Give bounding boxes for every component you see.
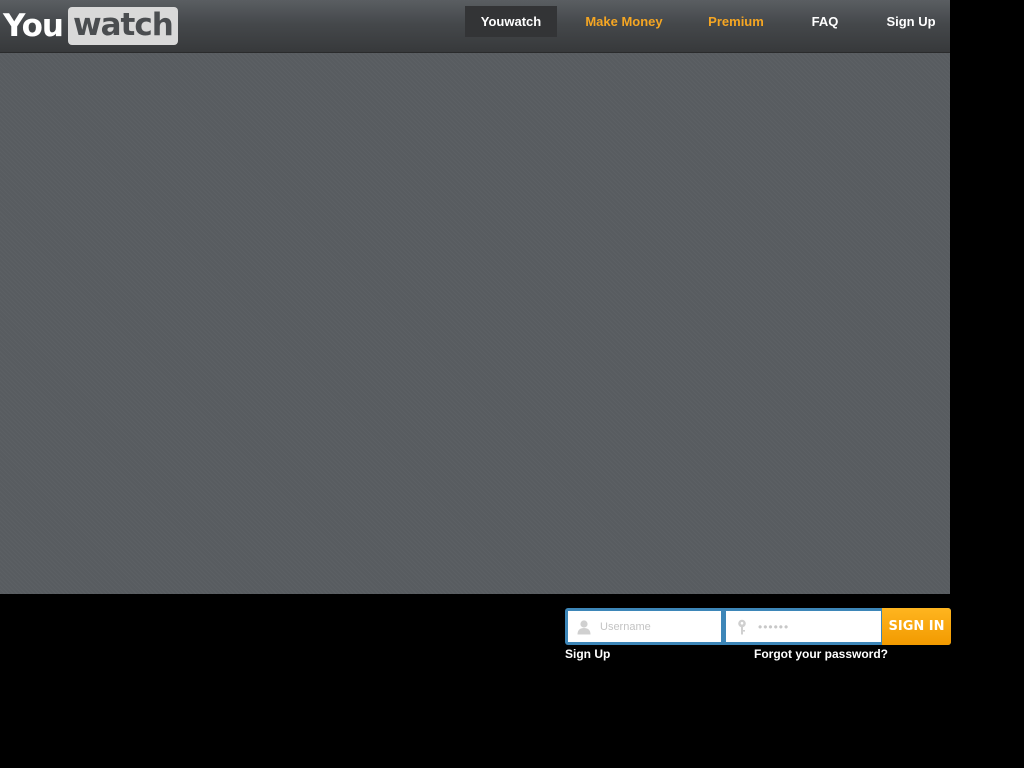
- nav-item-faq[interactable]: FAQ: [805, 6, 845, 37]
- password-field[interactable]: ••••••: [726, 611, 881, 642]
- youwatch-logo[interactable]: You watch: [3, 7, 178, 45]
- password-input[interactable]: ••••••: [758, 620, 789, 634]
- username-field[interactable]: [568, 611, 721, 642]
- user-icon: [577, 619, 591, 635]
- key-icon: [735, 619, 749, 635]
- nav-item-make-money[interactable]: Make Money: [576, 6, 672, 37]
- logo-text-you: You: [3, 8, 64, 44]
- logo-text-watch: watch: [67, 7, 178, 45]
- page: You watch Youwatch Make Money Premium FA…: [0, 0, 1024, 768]
- username-input[interactable]: [600, 620, 710, 633]
- right-margin: [950, 0, 1024, 768]
- nav-item-premium[interactable]: Premium: [700, 6, 772, 37]
- top-navbar: You watch Youwatch Make Money Premium FA…: [0, 0, 950, 53]
- forgot-password-link[interactable]: Forgot your password?: [754, 647, 888, 661]
- sign-up-link[interactable]: Sign Up: [565, 647, 610, 661]
- nav-item-sign-up[interactable]: Sign Up: [880, 6, 942, 37]
- sign-in-button[interactable]: SIGN IN: [882, 608, 951, 645]
- login-form: •••••• SIGN IN: [565, 608, 951, 645]
- nav-item-youwatch[interactable]: Youwatch: [465, 6, 557, 37]
- main-content-area: [0, 53, 950, 594]
